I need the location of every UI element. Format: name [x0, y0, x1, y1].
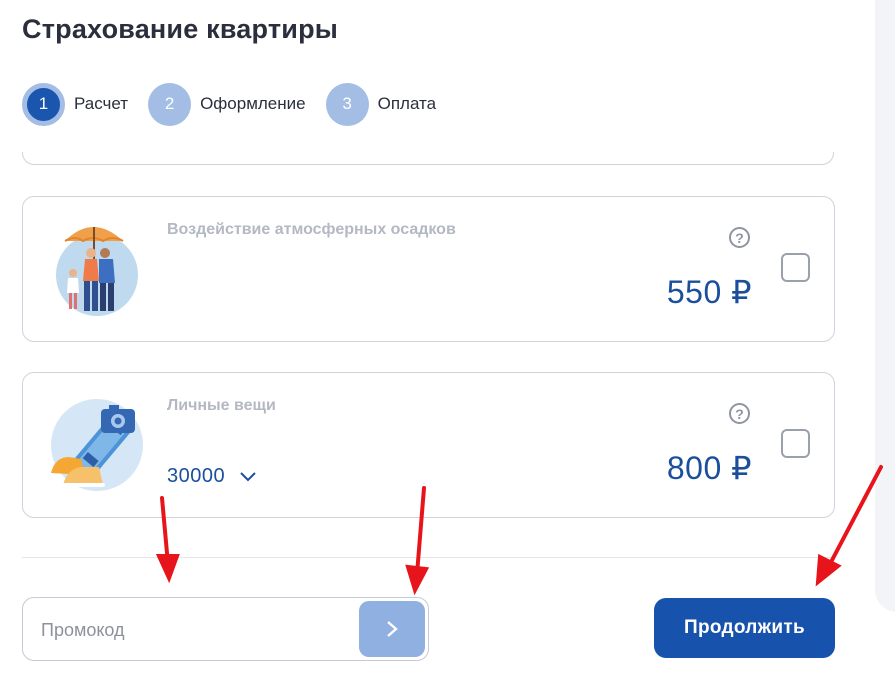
option-title: Личные вещи [167, 397, 276, 414]
side-panel [875, 0, 895, 612]
step-number: 2 [148, 82, 192, 126]
annotation-arrowhead [405, 564, 430, 596]
step-number: 3 [325, 82, 369, 126]
step-calculation[interactable]: 1 Расчет [22, 82, 129, 126]
option-card-personal-items: Личные вещи ? 30000 800 ₽ [22, 372, 835, 518]
annotation-arrowhead [155, 554, 180, 584]
option-checkbox[interactable] [781, 253, 810, 282]
stepper: 1 Расчет 2 Оформление 3 Оплата [22, 82, 456, 126]
insured-sum-select[interactable]: 30000 [167, 465, 257, 488]
step-label: Оплата [377, 94, 437, 113]
promo-code-field [22, 597, 429, 661]
step-payment[interactable]: 3 Оплата [325, 82, 437, 126]
option-price: 550 ₽ [666, 274, 752, 310]
step-number: 1 [22, 82, 65, 126]
previous-card-edge [22, 152, 834, 165]
promo-code-input[interactable] [39, 606, 353, 654]
chevron-right-icon [387, 621, 398, 637]
family-umbrella-illustration [56, 227, 138, 316]
option-checkbox[interactable] [781, 429, 810, 458]
help-icon[interactable]: ? [729, 403, 750, 424]
insured-sum-value: 30000 [167, 465, 226, 487]
promo-submit-button[interactable] [359, 601, 425, 657]
option-card-precipitation: Воздействие атмосферных осадков ? 550 ₽ [22, 196, 835, 342]
step-registration[interactable]: 2 Оформление [148, 82, 306, 126]
annotation-arrow [828, 465, 883, 566]
option-price: 800 ₽ [666, 450, 752, 486]
step-label: Расчет [74, 94, 129, 113]
help-icon[interactable]: ? [729, 227, 750, 248]
option-title: Воздействие атмосферных осадков [167, 221, 456, 238]
page-title: Страхование квартиры [22, 14, 339, 44]
continue-button[interactable]: Продолжить [654, 598, 835, 658]
divider [22, 557, 835, 558]
personal-items-illustration [51, 399, 143, 491]
chevron-down-icon [240, 471, 256, 481]
step-label: Оформление [200, 94, 306, 113]
annotation-arrowhead [815, 553, 842, 587]
